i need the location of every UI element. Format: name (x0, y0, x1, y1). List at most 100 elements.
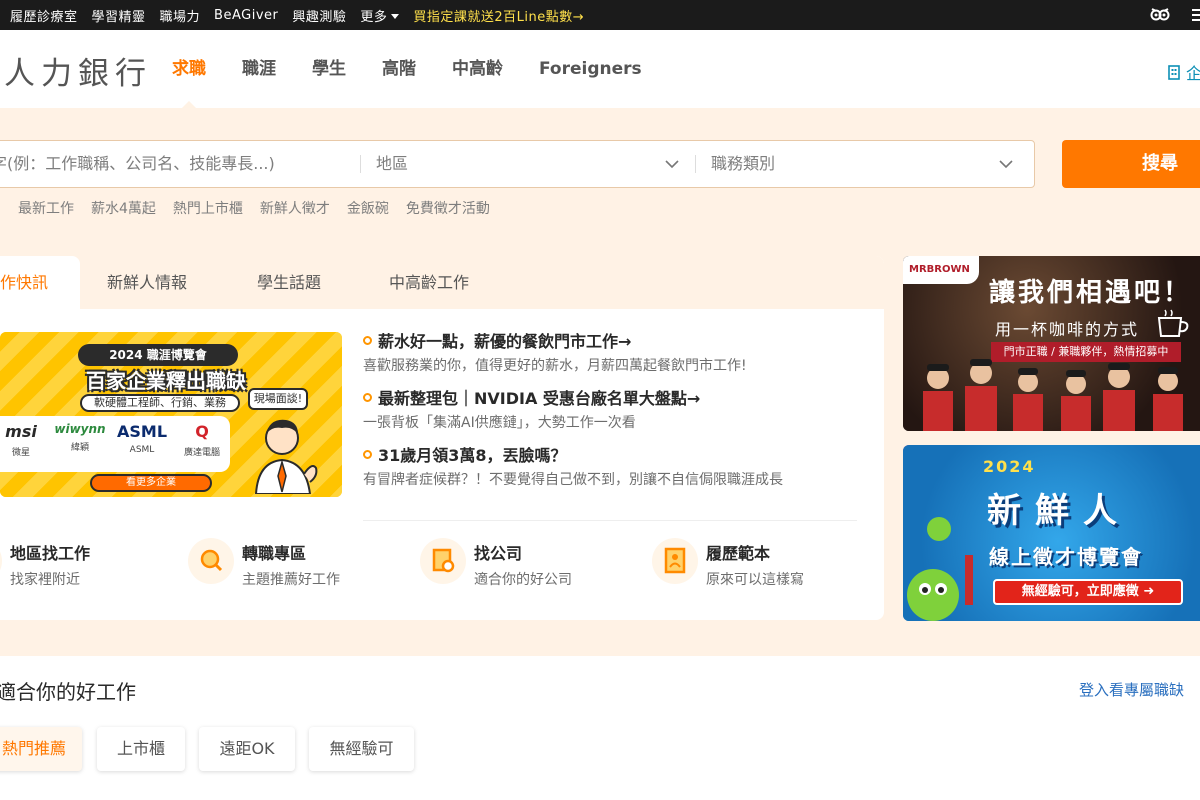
banner-subtitle: 軟硬體工程師、行銷、業務 (80, 394, 240, 412)
top-link-beagiver[interactable]: BeAGiver (214, 8, 278, 23)
nav-item-foreigners[interactable]: Foreigners (539, 30, 642, 108)
feature-title: 轉職專區 (242, 544, 307, 563)
nav-item-job-search[interactable]: 求職 (172, 30, 206, 108)
news-desc: 一張背板「集滿AI供應鏈」，大勢工作一次看 (363, 415, 636, 431)
banner-speech-bubble: 現場面談! (248, 388, 308, 410)
feature-sub: 主題推薦好工作 (242, 572, 340, 588)
feature-area-jobs[interactable]: 地區找工作 找家裡附近 (0, 536, 156, 596)
banner-pill: 2024 職涯博覽會 (78, 344, 238, 366)
resume-icon (652, 538, 698, 584)
feature-shortcuts: 地區找工作 找家裡附近 轉職專區 主題推薦好工作 找公司 適合你的好公司 履歷範… (0, 536, 884, 596)
hot-keyword[interactable]: 薪水4萬起 (91, 198, 156, 218)
nav-item-executive[interactable]: 高階 (382, 30, 416, 108)
top-promo-link[interactable]: 買指定課就送2百Line點數→ (413, 6, 584, 25)
job-category-select[interactable]: 職務類別 (711, 141, 775, 187)
company-logo-mark: msi (5, 422, 37, 441)
keyword-input[interactable]: 字(例：工作職稱、公司名、技能專長...) (0, 141, 275, 187)
company-logo-mark: wiwynn (54, 422, 106, 436)
chip-hot[interactable]: 熱門推薦 (0, 727, 82, 771)
section-title: 適合你的好工作 (0, 680, 136, 704)
tab-student-topics[interactable]: 學生話題 (257, 256, 321, 309)
news-title[interactable]: 薪水好一點，薪優的餐飲門市工作→ (378, 328, 631, 352)
news-divider (363, 520, 857, 521)
top-link-workplace[interactable]: 職場力 (160, 6, 201, 25)
company-icon (420, 538, 466, 584)
bullet-icon (363, 335, 372, 345)
feature-find-company[interactable]: 找公司 適合你的好公司 (420, 536, 620, 596)
company-logo-caption: 緯穎 (70, 443, 89, 453)
news-title[interactable]: 31歲月領3萬8，丟臉嗎？ (378, 442, 567, 466)
mascot-illustration (907, 517, 973, 621)
hot-keywords: 最新工作 薪水4萬起 熱門上市櫃 新鮮人徵才 金飯碗 免費徵才活動 (18, 198, 507, 218)
chip-no-experience[interactable]: 無經驗可 (309, 727, 414, 771)
top-link-resume-clinic[interactable]: 履歷診療室 (10, 6, 78, 25)
tab-senior-jobs[interactable]: 中高齡工作 (389, 256, 469, 309)
top-link-more[interactable]: 更多 (360, 6, 400, 25)
building-icon (1168, 65, 1180, 80)
news-tabs: 作快訊 新鮮人情報 學生話題 中高齡工作 (0, 256, 884, 309)
feature-title: 履歷範本 (706, 544, 771, 563)
top-link-interest-test[interactable]: 興趣測驗 (292, 6, 346, 25)
tab-fresh-grad[interactable]: 新鮮人情報 (107, 256, 187, 309)
nav-item-career[interactable]: 職涯 (242, 30, 276, 108)
hot-keyword[interactable]: 免費徵才活動 (406, 198, 490, 218)
nav-item-senior[interactable]: 中高齡 (452, 30, 503, 108)
feature-career-change[interactable]: 轉職專區 主題推薦好工作 (188, 536, 388, 596)
person-illustration (254, 419, 318, 494)
company-logo: ASML ASML (114, 422, 170, 455)
company-logo: msi 微星 (0, 422, 46, 458)
company-logo-mark: ASML (116, 422, 168, 441)
news-list: 薪水好一點，薪優的餐飲門市工作→ 喜歡服務業的你，值得更好的薪水，月薪四萬起餐飲… (363, 328, 863, 499)
ad-year: 2024 (983, 457, 1036, 476)
hot-keyword[interactable]: 熱門上市櫃 (173, 198, 243, 218)
news-title[interactable]: 最新整理包｜NVIDIA 受惠台廠名單大盤點→ (378, 385, 700, 409)
bullet-icon (363, 392, 372, 402)
feature-sub: 適合你的好公司 (474, 572, 572, 588)
tab-job-news[interactable]: 作快訊 (0, 256, 80, 309)
main-nav: 求職 職涯 學生 高階 中高齡 Foreigners (172, 30, 678, 108)
chevron-down-icon[interactable] (998, 156, 1014, 172)
news-item[interactable]: 最新整理包｜NVIDIA 受惠台廠名單大盤點→ 一張背板「集滿AI供應鏈」，大勢… (363, 385, 863, 432)
hot-keyword[interactable]: 最新工作 (18, 198, 74, 218)
news-item[interactable]: 薪水好一點，薪優的餐飲門市工作→ 喜歡服務業的你，值得更好的薪水，月薪四萬起餐飲… (363, 328, 863, 375)
company-logo-caption: 微星 (11, 448, 30, 458)
news-desc: 喜歡服務業的你，值得更好的薪水，月薪四萬起餐飲門市工作! (363, 358, 747, 374)
ad-apply-button[interactable]: 無經驗可，立即應徵 ➜ (993, 579, 1183, 605)
news-item[interactable]: 31歲月領3萬8，丟臉嗎？ 有冒牌者症候群？！不要覺得自己做不到，別讓不自信侷限… (363, 442, 863, 489)
login-for-jobs-link[interactable]: 登入看專屬職缺 (1079, 679, 1184, 700)
search-button[interactable]: 搜尋 (1062, 140, 1200, 188)
hot-keyword[interactable]: 新鮮人徵才 (260, 198, 330, 218)
feature-resume-template[interactable]: 履歷範本 原來可以這樣寫 (652, 536, 852, 596)
hot-keyword[interactable]: 金飯碗 (347, 198, 389, 218)
site-logo[interactable]: 人力銀行 (4, 48, 152, 93)
company-logo-caption: 廣達電腦 (183, 448, 220, 458)
owl-icon[interactable] (1150, 6, 1170, 24)
chip-listed[interactable]: 上市櫃 (97, 727, 185, 771)
menu-icon[interactable] (1186, 8, 1200, 22)
ad-apply-label: 無經驗可，立即應徵 (1021, 584, 1139, 599)
area-select[interactable]: 地區 (376, 141, 408, 187)
search-separator (360, 155, 361, 173)
feature-sub: 原來可以這樣寫 (706, 572, 804, 588)
banner-company-logos: msi 微星 wiwynn 緯穎 ASML ASML Q 廣達電腦 (0, 416, 230, 472)
ad-subline: 線上徵才博覽會 (989, 545, 1143, 569)
company-logo-mark: Q (195, 422, 209, 441)
chevron-down-icon (391, 13, 400, 19)
map-pin-icon (0, 538, 2, 584)
business-link[interactable]: 企 (1166, 60, 1200, 84)
staff-illustration (923, 359, 1183, 431)
company-logo: Q 廣達電腦 (174, 422, 230, 458)
nav-item-student[interactable]: 學生 (312, 30, 346, 108)
feature-title: 找公司 (474, 544, 523, 563)
mrbrown-ad-banner[interactable]: MRBROWN 讓我們相遇吧！ 用一杯咖啡的方式 門市正職 / 兼職夥伴，熱情招… (903, 256, 1200, 431)
chip-remote[interactable]: 遠距OK (199, 727, 295, 771)
chevron-down-icon[interactable] (664, 156, 680, 172)
top-link-learning[interactable]: 學習精靈 (92, 6, 146, 25)
career-fair-banner[interactable]: 2024 職涯博覽會 百家企業釋出職缺 軟硬體工程師、行銷、業務 msi 微星 … (0, 332, 342, 497)
fresh-grad-fair-ad[interactable]: 2024 新鮮人 線上徵才博覽會 無經驗可，立即應徵 ➜ (903, 445, 1200, 621)
more-companies-button[interactable]: 看更多企業 (90, 474, 212, 492)
ad-subline: 用一杯咖啡的方式 (995, 320, 1140, 339)
company-logo: wiwynn 緯穎 (50, 422, 110, 453)
banner-headline: 百家企業釋出職缺 (86, 369, 246, 393)
company-logo-caption: ASML (129, 445, 155, 455)
